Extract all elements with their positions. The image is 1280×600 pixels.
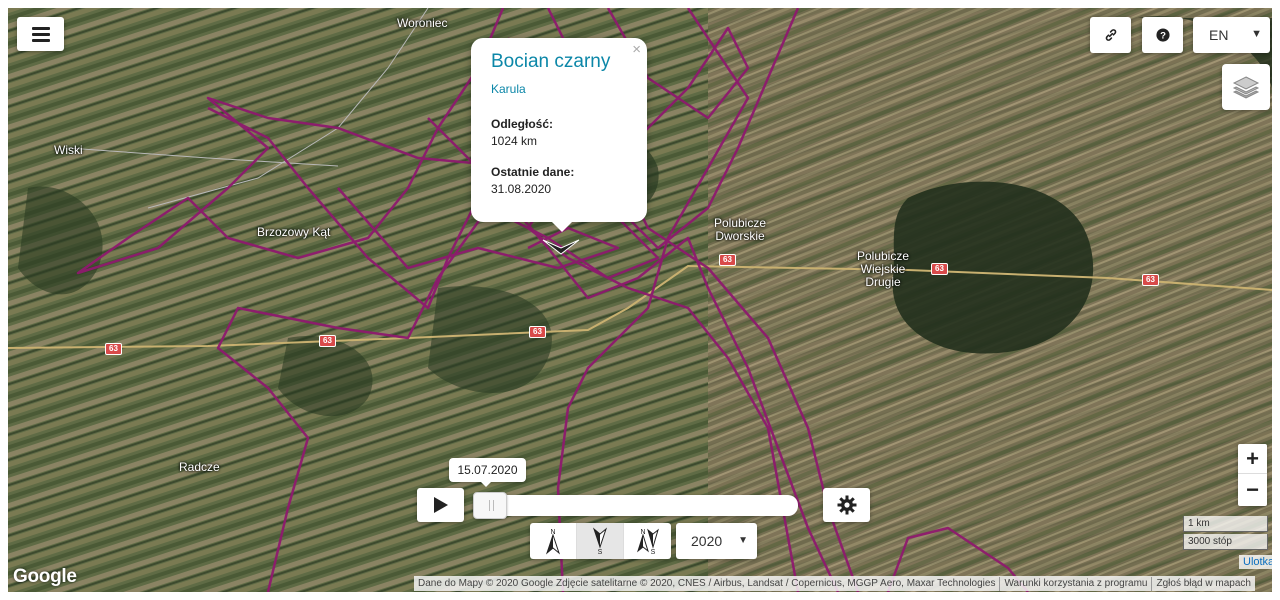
date-bubble-pointer — [480, 481, 492, 487]
chevron-down-icon: ▼ — [738, 535, 748, 546]
gear-icon — [837, 495, 856, 515]
layers-icon — [1232, 76, 1260, 99]
direction-north-button[interactable]: N — [530, 523, 577, 559]
menu-button[interactable] — [17, 17, 64, 51]
language-value: EN — [1209, 27, 1229, 43]
year-value: 2020 — [691, 533, 723, 549]
bird-info-popup: × Bocian czarny Karula Odległość: 1024 k… — [471, 38, 647, 222]
map-attribution: Dane do Mapy © 2020 Google Zdjęcie satel… — [414, 576, 1255, 591]
distance-label: Odległość: — [491, 117, 554, 131]
place-label: Radcze — [179, 460, 220, 474]
map-scale: 1 km 3000 stóp — [1183, 516, 1268, 552]
place-label: Polubicze Wiejskie Drugie — [856, 249, 910, 289]
direction-bottom-letter: S — [650, 549, 655, 555]
report-error-link[interactable]: Zgłoś błąd w mapach — [1151, 576, 1255, 591]
direction-filter: N S N S — [530, 523, 671, 559]
timeline-slider[interactable] — [473, 492, 798, 519]
svg-text:?: ? — [1160, 31, 1166, 42]
share-link-button[interactable] — [1090, 17, 1131, 53]
close-icon[interactable]: × — [632, 41, 641, 58]
road-shield: 63 — [319, 335, 336, 347]
layers-button[interactable] — [1222, 64, 1270, 110]
popup-pointer — [550, 220, 574, 232]
place-label: Brzozowy Kąt — [257, 225, 331, 239]
last-data-label: Ostatnie dane: — [491, 165, 575, 179]
place-label: Polubicze Dworskie — [713, 216, 767, 243]
chevron-down-icon: ▼ — [1251, 28, 1262, 40]
road-shield: 63 — [529, 326, 546, 338]
direction-bottom-letter: S — [598, 549, 603, 555]
place-label: Woroniec — [397, 16, 448, 30]
north-south-arrow-icon: N S — [636, 528, 659, 555]
scale-metric: 1 km — [1183, 516, 1268, 532]
road-shield: 63 — [719, 254, 736, 266]
bird-name-link[interactable]: Karula — [491, 82, 627, 96]
popup-title: Bocian czarny — [491, 51, 611, 72]
current-date-bubble: 15.07.2020 — [449, 458, 526, 482]
play-button[interactable] — [417, 488, 464, 522]
attribution-data: Dane do Mapy © 2020 Google Zdjęcie satel… — [418, 577, 996, 589]
help-button[interactable]: ? — [1142, 17, 1183, 53]
language-select[interactable]: EN ▼ — [1193, 17, 1270, 53]
place-label: Wiski — [54, 143, 83, 157]
distance-value: 1024 km — [491, 134, 538, 148]
road-shield: 63 — [105, 343, 122, 355]
direction-south-button[interactable]: S — [577, 523, 624, 559]
road-shield: 63 — [1142, 274, 1159, 286]
road-shield: 63 — [931, 263, 948, 275]
play-icon — [433, 497, 448, 513]
link-icon — [1105, 29, 1116, 41]
zoom-control: + − — [1238, 444, 1267, 506]
direction-both-button[interactable]: N S — [624, 523, 671, 559]
question-circle-icon: ? — [1155, 28, 1170, 42]
year-select[interactable]: 2020 ▼ — [676, 523, 757, 559]
last-data-value: 31.08.2020 — [491, 182, 552, 196]
zoom-in-button[interactable]: + — [1238, 444, 1267, 474]
north-arrow-icon: N — [545, 529, 561, 555]
leaflet-link[interactable]: Ulotka — [1239, 555, 1272, 569]
scale-imperial: 3000 stóp — [1183, 534, 1268, 550]
google-logo: Google — [13, 566, 77, 587]
south-arrow-icon: S — [592, 527, 608, 555]
menu-icon — [31, 24, 50, 45]
timeline-handle[interactable] — [473, 492, 507, 519]
settings-button[interactable] — [823, 488, 870, 522]
map-canvas[interactable]: Woroniec Wiski Brzozowy Kąt Polubicze Dw… — [8, 8, 1272, 592]
terms-link[interactable]: Warunki korzystania z programu — [999, 576, 1151, 591]
zoom-out-button[interactable]: − — [1238, 475, 1267, 505]
